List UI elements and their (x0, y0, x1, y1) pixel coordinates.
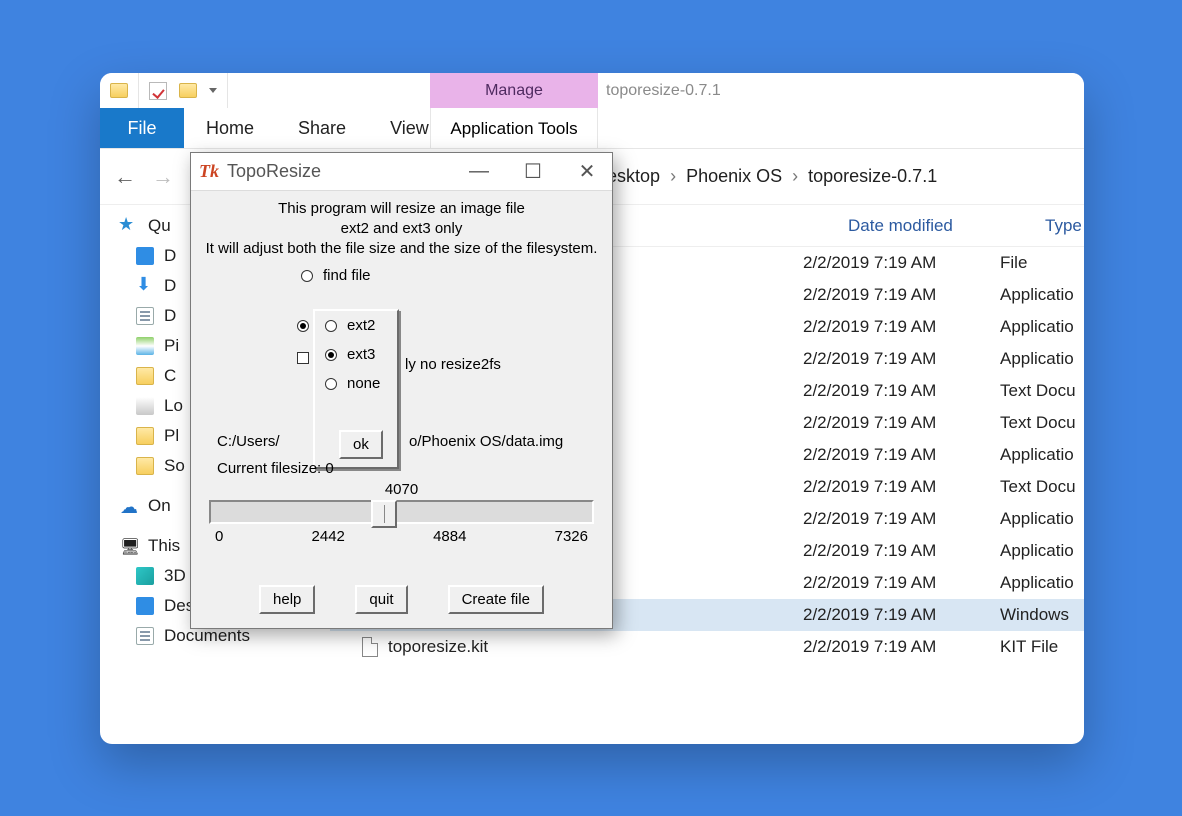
radio-icon[interactable] (325, 378, 337, 390)
file-date: 2/2/2019 7:19 AM (803, 381, 936, 401)
file-date: 2/2/2019 7:19 AM (803, 637, 936, 657)
ribbon-share[interactable]: Share (276, 108, 368, 148)
option-ext2[interactable]: ext2 (315, 311, 397, 340)
file-date: 2/2/2019 7:19 AM (803, 605, 936, 625)
option-ext3[interactable]: ext3 (315, 340, 397, 369)
forward-button[interactable]: → (148, 164, 178, 190)
create-file-button[interactable]: Create file (448, 585, 544, 614)
download-icon (136, 277, 154, 295)
file-type: Applicatio (1000, 573, 1074, 593)
folder-icon (110, 83, 128, 98)
current-filesize: Current filesize: 0 (217, 460, 334, 477)
folder-icon (136, 427, 154, 445)
radio-icon[interactable] (325, 349, 337, 361)
file-type: Windows (1000, 605, 1069, 625)
file-type: KIT File (1000, 637, 1058, 657)
column-type[interactable]: Type (1045, 216, 1082, 236)
slider-thumb[interactable] (371, 500, 397, 528)
close-button[interactable]: ✕ (580, 165, 594, 179)
folder-icon (136, 367, 154, 385)
ribbon-application-tools[interactable]: Application Tools (430, 108, 598, 149)
filesystem-popup: ext2 ext3 none ok (313, 309, 399, 469)
file-date: 2/2/2019 7:19 AM (803, 541, 936, 561)
pc-icon (120, 537, 138, 555)
file-type: Applicatio (1000, 317, 1074, 337)
app-icon: Tk (199, 161, 219, 182)
cube-icon (136, 567, 154, 585)
document-icon (136, 627, 154, 645)
ribbon-file[interactable]: File (100, 108, 184, 148)
star-icon (120, 217, 138, 235)
checkbox-icon[interactable] (149, 82, 167, 100)
slider-track[interactable] (209, 500, 594, 524)
window-title: toporesize-0.7.1 (606, 73, 721, 108)
file-type: Applicatio (1000, 509, 1074, 529)
breadcrumb-item[interactable]: Phoenix OS (686, 166, 782, 187)
desktop-icon (136, 597, 154, 615)
quit-button[interactable]: quit (355, 585, 407, 614)
help-button[interactable]: help (259, 585, 315, 614)
option-none[interactable]: none (315, 369, 397, 398)
path-prefix: C:/Users/ (217, 433, 280, 450)
slider-value: 4070 (209, 481, 594, 498)
ok-button[interactable]: ok (339, 430, 383, 459)
file-date: 2/2/2019 7:19 AM (803, 253, 936, 273)
file-type: Applicatio (1000, 349, 1074, 369)
dialog-title: TopoResize (227, 161, 321, 182)
file-type: Text Docu (1000, 381, 1076, 401)
file-type: File (1000, 253, 1027, 273)
column-date[interactable]: Date modified (848, 216, 953, 236)
toporesize-dialog: Tk TopoResize — ☐ ✕ This program will re… (190, 152, 613, 629)
folder-icon (179, 83, 197, 98)
find-file-radio[interactable]: find file (301, 267, 606, 284)
chevron-down-icon[interactable] (209, 88, 217, 93)
file-date: 2/2/2019 7:19 AM (803, 413, 936, 433)
size-slider[interactable]: 4070 0 2442 4884 7326 (209, 481, 594, 545)
file-type: Text Docu (1000, 413, 1076, 433)
no-resize2fs-label: ly no resize2fs (405, 356, 501, 373)
dialog-description: This program will resize an image file e… (197, 199, 606, 259)
back-button[interactable]: ← (110, 164, 140, 190)
table-row[interactable]: toporesize.kit 2/2/2019 7:19 AM KIT File (330, 631, 1084, 663)
file-date: 2/2/2019 7:19 AM (803, 445, 936, 465)
ribbon-home[interactable]: Home (184, 108, 276, 148)
folder-icon (136, 457, 154, 475)
slider-ticks: 0 2442 4884 7326 (209, 528, 594, 545)
disk-icon (136, 397, 154, 415)
radio-icon (297, 320, 309, 332)
maximize-button[interactable]: ☐ (526, 165, 540, 179)
file-name: toporesize.kit (388, 637, 488, 657)
radio-icon[interactable] (301, 270, 313, 282)
desktop-icon (136, 247, 154, 265)
file-type: Text Docu (1000, 477, 1076, 497)
file-date: 2/2/2019 7:19 AM (803, 509, 936, 529)
file-icon (362, 637, 378, 657)
minimize-button[interactable]: — (472, 165, 486, 179)
file-type: Applicatio (1000, 445, 1074, 465)
titlebar: Manage toporesize-0.7.1 (100, 73, 1084, 108)
document-icon (136, 307, 154, 325)
pictures-icon (136, 337, 154, 355)
manage-tab[interactable]: Manage (430, 73, 598, 108)
cloud-icon (120, 497, 138, 515)
file-date: 2/2/2019 7:19 AM (803, 573, 936, 593)
file-date: 2/2/2019 7:19 AM (803, 285, 936, 305)
path-suffix: o/Phoenix OS/data.img (409, 433, 563, 450)
file-date: 2/2/2019 7:19 AM (803, 317, 936, 337)
file-type: Applicatio (1000, 285, 1074, 305)
dialog-titlebar[interactable]: Tk TopoResize — ☐ ✕ (191, 153, 612, 191)
file-type: Applicatio (1000, 541, 1074, 561)
radio-icon[interactable] (325, 320, 337, 332)
file-date: 2/2/2019 7:19 AM (803, 349, 936, 369)
file-date: 2/2/2019 7:19 AM (803, 477, 936, 497)
breadcrumb-item[interactable]: toporesize-0.7.1 (808, 166, 937, 187)
ribbon: File Home Share View Application Tools (100, 108, 1084, 149)
